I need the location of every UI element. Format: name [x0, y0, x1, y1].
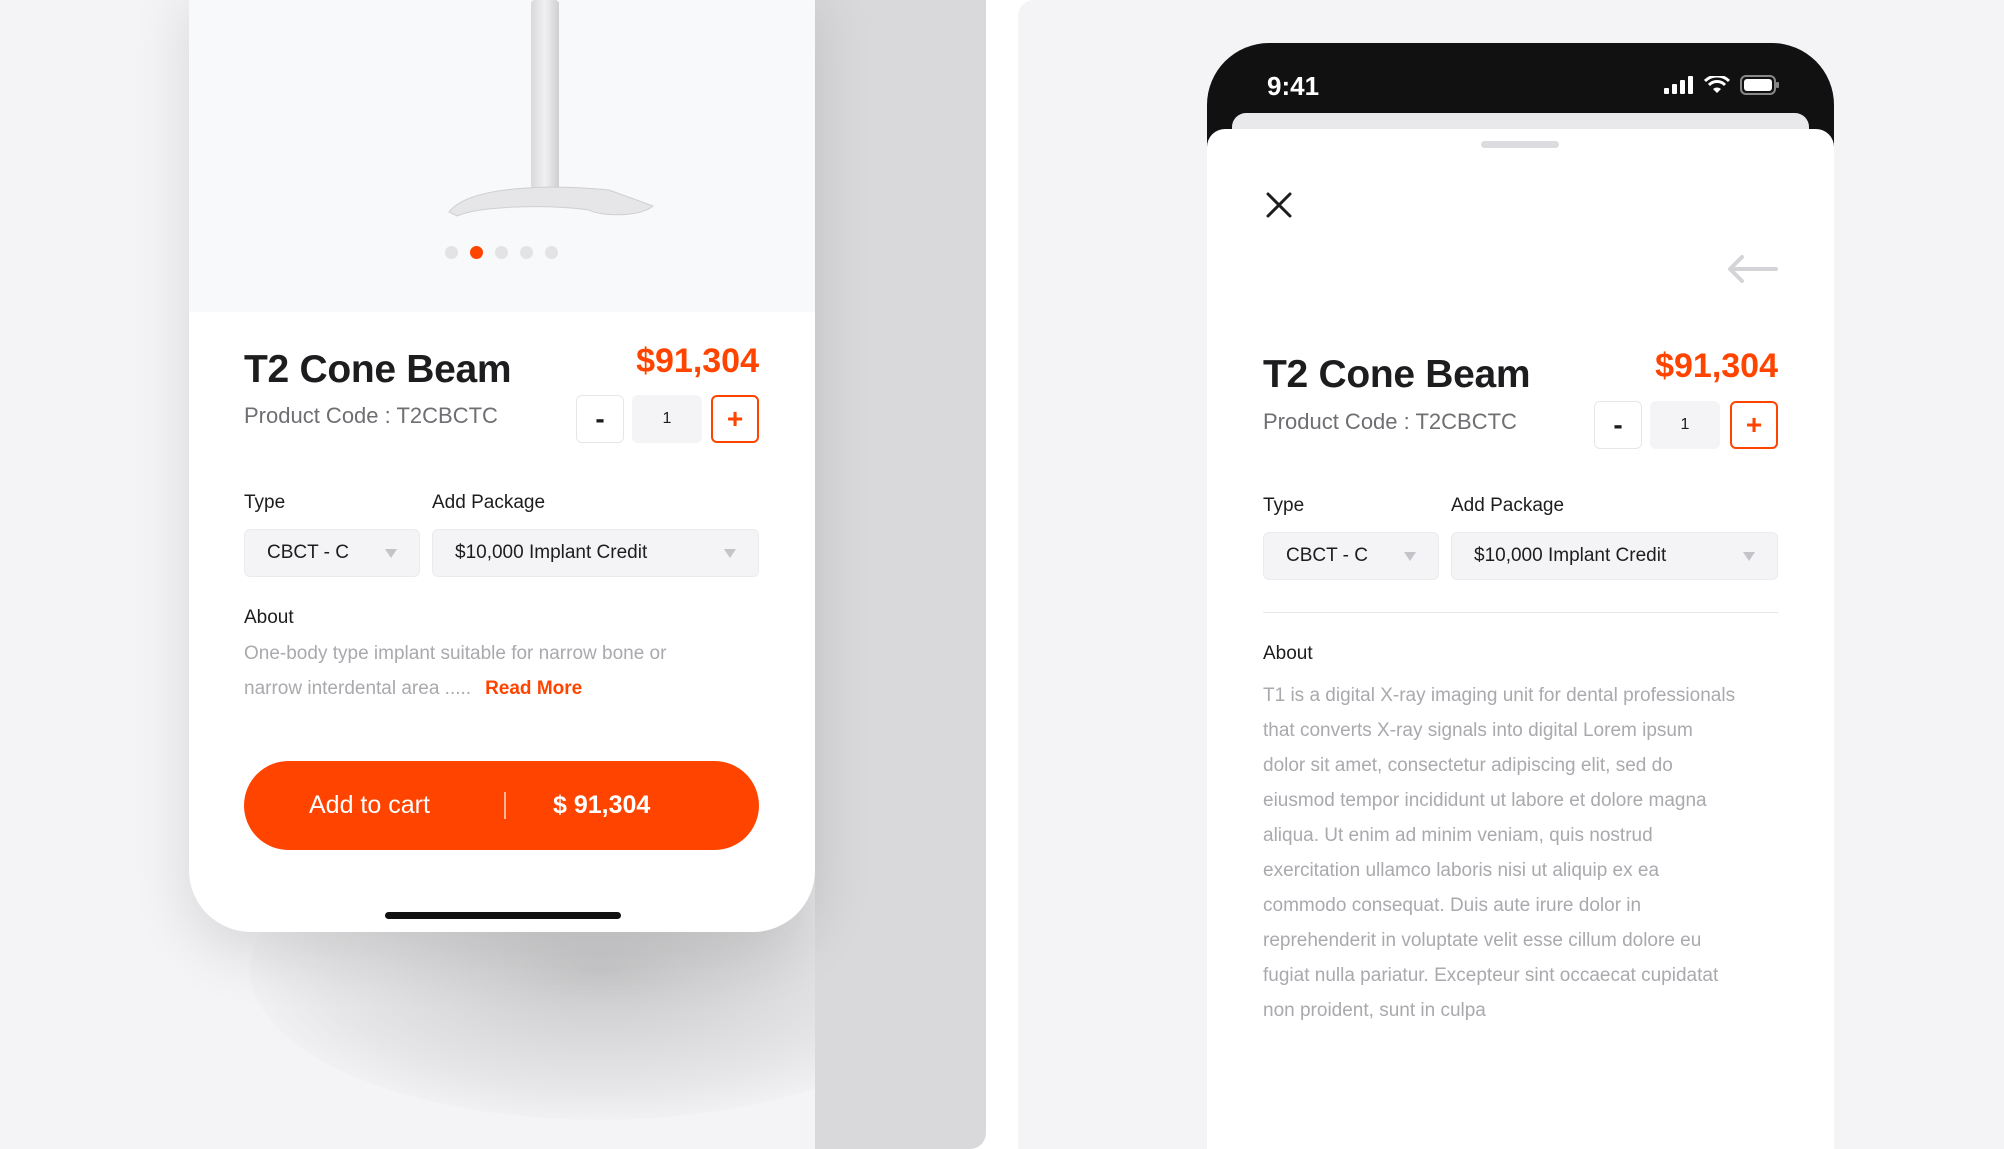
product-title: T2 Cone Beam	[1263, 353, 1531, 396]
wifi-icon	[1704, 76, 1730, 93]
carousel-dot[interactable]	[495, 246, 508, 259]
close-icon[interactable]	[1263, 189, 1295, 221]
caret-down-icon	[1743, 551, 1755, 561]
product-about-screen: 9:41 T2 Cone Beam $91,304 Product Code:…	[1207, 43, 1834, 1149]
about-text-line: eiusmod tempor incididunt ut labore et d…	[1263, 790, 1707, 811]
cart-total-price: $ 91,304	[553, 791, 651, 819]
about-text: T1 is a digital X-ray imaging unit for d…	[1263, 678, 1783, 1028]
carousel-dot[interactable]	[520, 246, 533, 259]
product-price: $91,304	[1655, 347, 1778, 385]
status-icons	[1664, 75, 1780, 95]
product-title: T2 Cone Beam	[244, 348, 512, 391]
signal-icon	[1664, 76, 1693, 94]
package-label: Add Package	[432, 492, 546, 513]
package-select-value: $10,000 Implant Credit	[1474, 545, 1667, 566]
carousel-dot-active[interactable]	[470, 246, 483, 259]
about-text-line: One-body type implant suitable for narro…	[244, 643, 667, 664]
about-text-line: commodo consequat. Duis aute irure dolor…	[1263, 895, 1642, 916]
read-more-link[interactable]: Read More	[485, 678, 582, 699]
about-text-line: that converts X-ray signals into digital…	[1263, 720, 1693, 741]
quantity-decrease-button[interactable]: -	[1594, 401, 1642, 449]
background-block	[815, 0, 986, 1149]
about-text-line: aliqua. Ut enim ad minim veniam, quis no…	[1263, 825, 1653, 846]
package-label: Add Package	[1451, 495, 1565, 516]
caret-down-icon	[724, 548, 736, 558]
left-panel: T2 Cone Beam $91,304 Product Code : T2CB…	[0, 0, 986, 1149]
package-select[interactable]: $10,000 Implant Credit	[1451, 532, 1778, 580]
package-select[interactable]: $10,000 Implant Credit	[432, 529, 759, 577]
about-text-line: dolor sit amet, consectetur adipiscing e…	[1263, 755, 1673, 776]
type-label: Type	[244, 492, 286, 513]
about-text-line: fugiat nulla pariatur. Excepteur sint oc…	[1263, 965, 1719, 986]
add-to-cart-button[interactable]: Add to cart $ 91,304	[244, 761, 759, 850]
type-label: Type	[1263, 495, 1305, 516]
about-text-truncated: narrow interdental area .....	[244, 678, 472, 699]
add-to-cart-label: Add to cart	[309, 791, 430, 819]
about-text-line: T1 is a digital X-ray imaging unit for d…	[1263, 685, 1736, 706]
caret-down-icon	[1404, 551, 1416, 561]
product-price: $91,304	[636, 342, 759, 380]
carousel-dots	[445, 246, 558, 259]
product-detail-screen: T2 Cone Beam $91,304 Product Code : T2CB…	[189, 0, 815, 932]
product-code: Product Code : T2CBCTC	[1263, 409, 1517, 434]
about-text: One-body type implant suitable for narro…	[244, 636, 764, 706]
cart-button-divider	[504, 792, 506, 819]
product-image-base	[448, 186, 654, 217]
quantity-value[interactable]: 1	[1650, 401, 1720, 449]
home-indicator	[385, 912, 621, 919]
type-select[interactable]: CBCT - C	[244, 529, 420, 577]
carousel-dot[interactable]	[545, 246, 558, 259]
about-sheet: T2 Cone Beam $91,304 Product Code : T2CB…	[1207, 129, 1834, 1149]
package-select-value: $10,000 Implant Credit	[455, 542, 648, 563]
status-time: 9:41	[1267, 71, 1320, 101]
product-image	[531, 0, 559, 190]
about-text-line: exercitation ullamco laboris nisi ut ali…	[1263, 860, 1660, 881]
caret-down-icon	[385, 548, 397, 558]
sheet-grabber[interactable]	[1481, 141, 1559, 148]
quantity-increase-button[interactable]: +	[1730, 401, 1778, 449]
about-label: About	[1263, 643, 1313, 664]
about-text-line: non proident, sunt in culpa	[1263, 1000, 1486, 1021]
section-divider	[1263, 612, 1778, 613]
quantity-value[interactable]: 1	[632, 395, 702, 443]
type-select-value: CBCT - C	[267, 542, 349, 563]
quantity-decrease-button[interactable]: -	[576, 395, 624, 443]
quantity-increase-button[interactable]: +	[711, 395, 759, 443]
about-text-line: reprehenderit in voluptate velit esse ci…	[1263, 930, 1702, 951]
battery-icon	[1740, 75, 1779, 95]
type-select-value: CBCT - C	[1286, 545, 1368, 566]
about-text-line-2: narrow interdental area ..... Read More	[244, 671, 764, 706]
type-select[interactable]: CBCT - C	[1263, 532, 1439, 580]
about-label: About	[244, 607, 294, 628]
arrow-left-icon[interactable]	[1726, 254, 1778, 284]
product-code: Product Code : T2CBCTC	[244, 403, 498, 428]
product-image-carousel[interactable]	[189, 0, 815, 312]
carousel-dot[interactable]	[445, 246, 458, 259]
